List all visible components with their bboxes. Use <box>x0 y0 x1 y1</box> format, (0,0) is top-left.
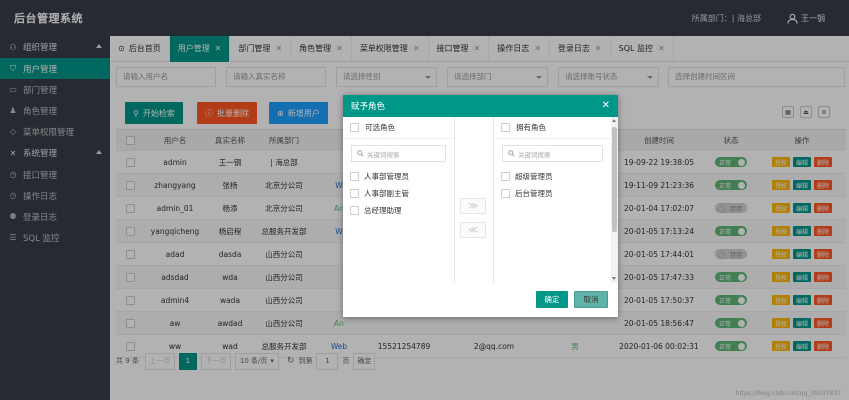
available-role-item[interactable]: 人事部管理员 <box>343 168 454 185</box>
role-checkbox[interactable] <box>350 189 359 198</box>
scrollbar-thumb[interactable] <box>612 127 617 232</box>
dialog-header: 赋予角色 ✕ <box>343 95 618 117</box>
role-checkbox[interactable] <box>350 172 359 181</box>
scroll-up-icon[interactable] <box>612 119 616 122</box>
owned-roles-panel: 拥有角色 关键词搜索 超级管理员 后台管理员 <box>493 117 617 283</box>
available-roles-panel: 可选角色 关键词搜索 人事部管理员 人事部副主管 总经理助理 <box>343 117 455 283</box>
owned-role-item[interactable]: 后台管理员 <box>494 185 617 202</box>
role-label: 人事部副主管 <box>364 189 409 198</box>
role-checkbox[interactable] <box>350 206 359 215</box>
available-roles-title: 可选角色 <box>365 123 395 132</box>
select-all-available-checkbox[interactable] <box>350 123 359 132</box>
role-label: 总经理助理 <box>364 206 402 215</box>
dialog-footer: 确定 取消 <box>343 283 618 317</box>
owned-roles-title: 拥有角色 <box>516 123 546 132</box>
search-placeholder: 关键词搜索 <box>518 150 551 159</box>
confirm-button[interactable]: 确定 <box>536 291 568 308</box>
owned-roles-search-input[interactable]: 关键词搜索 <box>502 145 603 162</box>
search-placeholder: 关键词搜索 <box>367 150 400 159</box>
role-label: 超级管理员 <box>515 172 553 181</box>
search-icon <box>508 150 515 157</box>
role-checkbox[interactable] <box>501 172 510 181</box>
transfer-right-button[interactable]: ≫ <box>460 198 486 214</box>
dialog-scrollbar[interactable] <box>611 117 618 283</box>
close-icon[interactable]: ✕ <box>602 100 610 111</box>
cancel-button[interactable]: 取消 <box>574 291 608 308</box>
available-role-item[interactable]: 人事部副主管 <box>343 185 454 202</box>
dialog-title: 赋予角色 <box>351 102 386 112</box>
available-role-item[interactable]: 总经理助理 <box>343 202 454 219</box>
role-label: 后台管理员 <box>515 189 553 198</box>
role-label: 人事部管理员 <box>364 172 409 181</box>
select-all-owned-checkbox[interactable] <box>501 123 510 132</box>
owned-roles-header: 拥有角色 <box>494 117 617 139</box>
role-checkbox[interactable] <box>501 189 510 198</box>
available-roles-header: 可选角色 <box>343 117 454 139</box>
scroll-down-icon[interactable] <box>612 277 616 280</box>
owned-role-item[interactable]: 超级管理员 <box>494 168 617 185</box>
available-roles-search-input[interactable]: 关键词搜索 <box>351 145 446 162</box>
assign-role-dialog: 赋予角色 ✕ 可选角色 关键词搜索 人事部管理员 人事部副主管 总经理助理 ≫ … <box>343 95 618 317</box>
search-icon <box>357 150 364 157</box>
transfer-left-button[interactable]: ≪ <box>460 222 486 238</box>
